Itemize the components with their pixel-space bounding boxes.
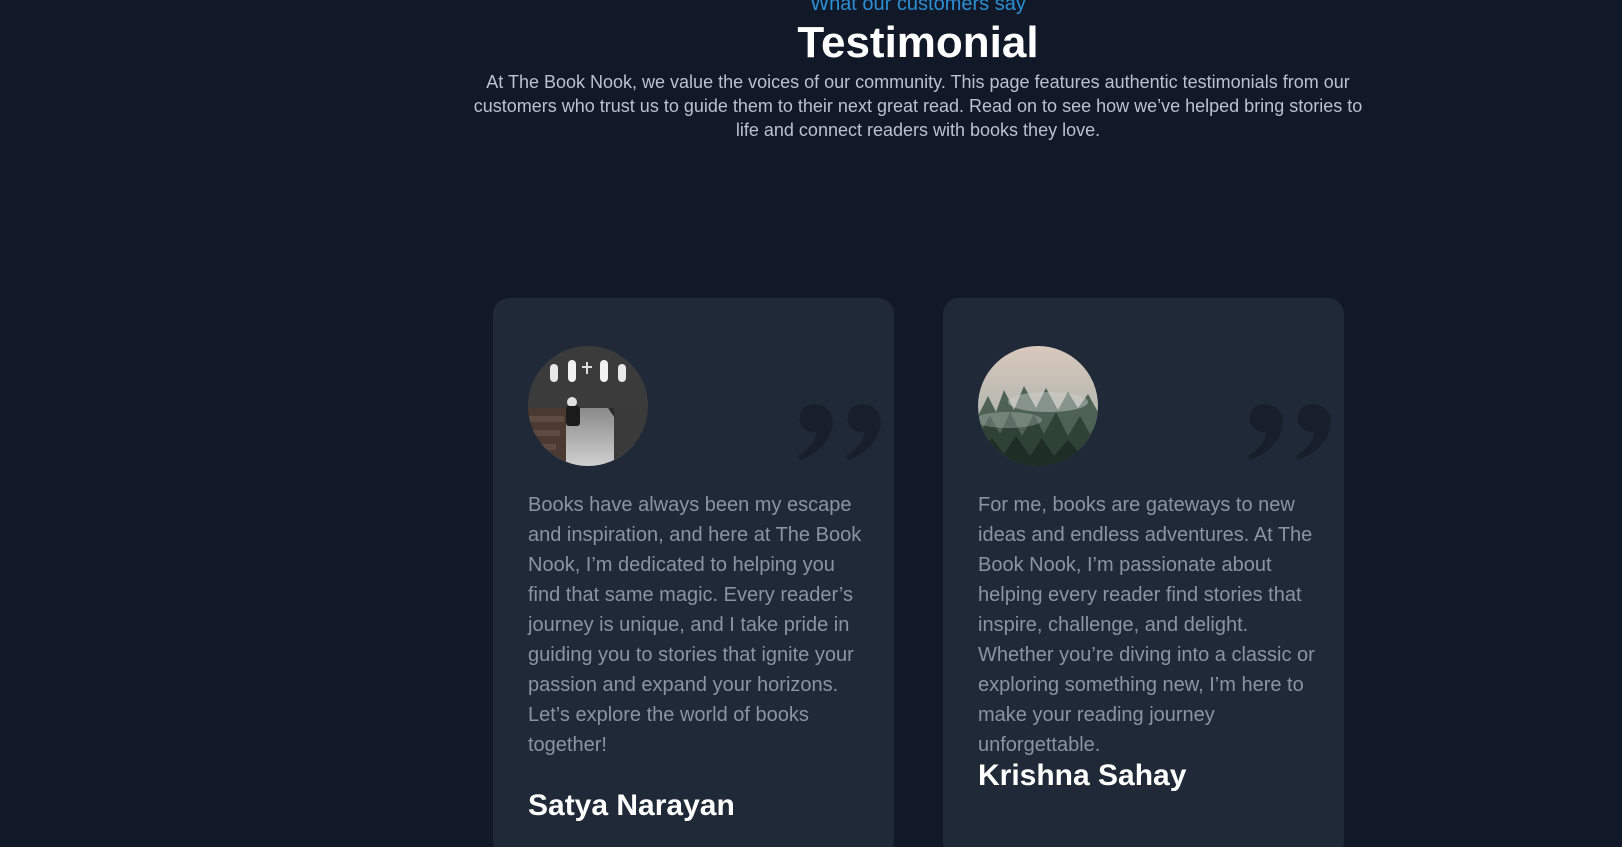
section-title: Testimonial bbox=[797, 18, 1039, 67]
testimonial-author: Satya Narayan bbox=[528, 789, 735, 822]
testimonial-card: For me, books are gateways to new ideas … bbox=[943, 298, 1344, 847]
testimonial-author: Krishna Sahay bbox=[978, 759, 1187, 792]
section-eyebrow: What our customers say bbox=[810, 0, 1026, 15]
misty-forest-photo-icon bbox=[978, 346, 1098, 466]
quote-icon bbox=[796, 398, 886, 468]
testimonial-card: Books have always been my escape and ins… bbox=[493, 298, 894, 847]
avatar bbox=[528, 346, 648, 466]
quote-icon bbox=[1246, 398, 1336, 468]
testimonial-text: For me, books are gateways to new ideas … bbox=[978, 494, 1315, 756]
testimonial-section: What our customers say Testimonial At Th… bbox=[0, 0, 1622, 847]
section-intro: At The Book Nook, we value the voices of… bbox=[473, 72, 1363, 140]
avatar bbox=[978, 346, 1098, 466]
testimonial-text: Books have always been my escape and ins… bbox=[528, 494, 862, 756]
church-interior-photo-icon bbox=[528, 346, 648, 466]
